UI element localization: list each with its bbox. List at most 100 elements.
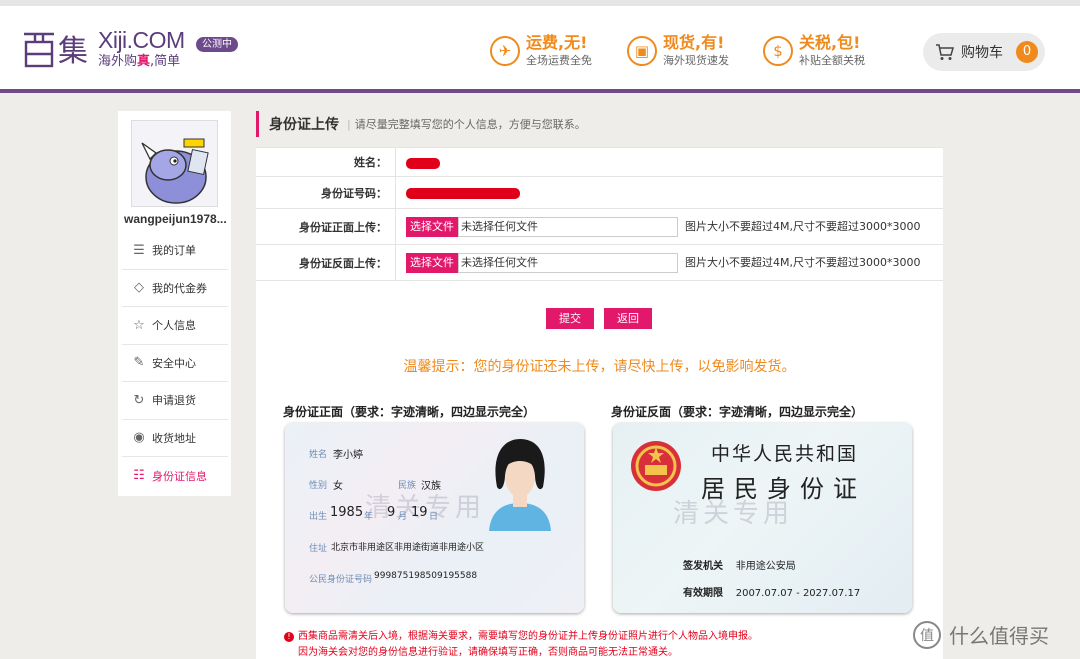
redacted-name: [406, 158, 440, 169]
order-list-icon: ☰: [133, 242, 145, 258]
card-validity-value: 2007.07.07 - 2027.07.17: [735, 588, 861, 599]
card-day-unit: 日: [429, 512, 439, 522]
promo-subtitle: 海外现货速发: [663, 54, 729, 67]
promo-title: 运费,无!: [526, 33, 588, 52]
note-line: ! 西集商品需清关后入境，根据海关要求，需要填写您的身份证并上传身份证照片进行个人…: [284, 629, 758, 645]
page-title: 身份证上传: [269, 117, 339, 133]
location-pin-icon: ◉: [133, 430, 145, 446]
sidebar-item-label: 申请退货: [152, 394, 196, 408]
promo-title: 现货,有!: [663, 33, 725, 52]
sidebar-menu: ☰ 我的订单 ◇ 我的代金券 ☆ 个人信息 ✎ 安全中心 ↻ 申请退货 ◉ 收货地址 ☷ 身份…: [122, 232, 228, 495]
note-text: 因为海关会对您的身份信息进行验证，请确保填写正确，否则商品可能无法正常通关。: [298, 647, 678, 658]
id-number-label: 身份证号码：: [256, 177, 396, 208]
upload-warning: 温馨提示：您的身份证还未上传，请尽快上传，以免影响发货。: [403, 359, 796, 375]
promo-tax-covered: $ 关税,包! 补贴全额关税: [763, 34, 865, 68]
front-file-name[interactable]: 未选择任何文件: [458, 217, 678, 237]
sidebar-item-security[interactable]: ✎ 安全中心: [122, 345, 228, 382]
redacted-id-number: [406, 188, 520, 199]
card-name-field: 姓名: [309, 450, 328, 460]
cart-label: 购物车: [961, 45, 1003, 61]
section-header: 身份证上传 请尽量完整填写您的个人信息，方便与您联系。: [256, 111, 586, 137]
sidebar-item-label: 个人信息: [152, 319, 196, 333]
promo-subtitle: 补贴全额关税: [799, 54, 865, 67]
back-sample-caption: 身份证反面（要求：字迹清晰，四边显示完全）: [611, 405, 864, 419]
customs-notes: ! 西集商品需清关后入境，根据海关要求，需要填写您的身份证并上传身份证照片进行个人…: [284, 629, 758, 659]
card-portrait-image: [489, 439, 551, 531]
coupon-tag-icon: ◇: [134, 280, 144, 296]
logo-slogan: 海外购真,简单: [98, 54, 181, 69]
id-upload-panel: 姓名： 身份证号码： 身份证正面上传： 选择文件 未选择任何文件 图片大小不要超…: [256, 147, 943, 659]
promo-subtitle: 全场运费全免: [526, 54, 592, 67]
promo-in-stock: ▣ 现货,有! 海外现货速发: [627, 34, 729, 68]
logo-mark: 集: [24, 32, 88, 68]
sidebar-item-label: 安全中心: [152, 356, 196, 370]
card-country-title: 中华人民共和国: [711, 443, 859, 465]
edit-shield-icon: ✎: [133, 355, 145, 371]
card-address-field: 住址: [309, 544, 328, 554]
cart-button[interactable]: 购物车 0: [923, 33, 1045, 71]
avatar[interactable]: [131, 120, 218, 207]
card-validity-row: 有效期限 2007.07.07 - 2027.07.17: [683, 584, 860, 599]
promo-free-shipping: ✈ 运费,无! 全场运费全免: [490, 34, 592, 68]
card-authority-row: 签发机关 非用途公安局: [683, 557, 796, 572]
card-year-unit: 年: [364, 512, 374, 522]
card-month-unit: 月: [398, 512, 408, 522]
front-size-hint: 图片大小不要超过4M,尺寸不要超过3000*3000: [685, 220, 921, 233]
card-watermark: 清关专用: [673, 499, 794, 529]
card-ethnic-value: 汉族: [421, 481, 441, 492]
sidebar-item-returns[interactable]: ↻ 申请退货: [122, 382, 228, 420]
beta-badge: 公测中: [196, 37, 238, 52]
sidebar-item-id-info[interactable]: ☷ 身份证信息: [122, 457, 228, 495]
card-birth-month: 9: [387, 505, 396, 520]
shopping-cart-icon: [936, 44, 954, 60]
id-card-back-sample: 中华人民共和国 居民身份证 清关专用 签发机关 非用途公安局 有效期限 2007…: [613, 423, 912, 613]
card-authority-value: 非用途公安局: [735, 561, 796, 572]
card-birth-year: 1985: [330, 505, 364, 520]
note-line: 因为海关会对您的身份信息进行验证，请确保填写正确，否则商品可能无法正常通关。: [284, 645, 758, 659]
sidebar-item-coupons[interactable]: ◇ 我的代金券: [122, 270, 228, 307]
name-row: 姓名：: [256, 147, 943, 177]
choose-front-file-button[interactable]: 选择文件: [406, 217, 458, 237]
card-sex-value: 女: [333, 481, 343, 492]
submit-button[interactable]: 提交: [546, 308, 594, 329]
logo-wordmark: Xiji.COM: [98, 27, 185, 53]
header-divider: [0, 89, 1080, 93]
plane-icon: ✈: [490, 36, 520, 66]
site-logo[interactable]: 集 Xiji.COM 海外购真,简单: [24, 28, 185, 72]
card-sex-field: 性别: [309, 481, 328, 491]
svg-text:集: 集: [58, 34, 88, 68]
sidebar-item-profile[interactable]: ☆ 个人信息: [122, 307, 228, 345]
id-info-icon: ☷: [133, 468, 145, 484]
front-sample-caption: 身份证正面（要求：字迹清晰，四边显示完全）: [283, 405, 536, 419]
back-file-name[interactable]: 未选择任何文件: [458, 253, 678, 273]
promo-title: 关税,包!: [799, 33, 861, 52]
footer-watermark: 值 什么值得买: [913, 620, 1049, 649]
refresh-icon: ↻: [133, 392, 145, 408]
site-header: 集 Xiji.COM 海外购真,简单 公测中 ✈ 运费,无! 全场运费全免 ▣ 现…: [0, 6, 1080, 89]
front-upload-row: 身份证正面上传： 选择文件 未选择任何文件 图片大小不要超过4M,尺寸不要超过3…: [256, 209, 943, 245]
card-ethnic-field: 民族: [398, 481, 417, 491]
card-address-value: 北京市非用途区非用途街道非用途小区: [331, 543, 485, 553]
card-id-field: 公民身份证号码: [309, 575, 373, 585]
card-name-value: 李小婷: [333, 450, 363, 461]
sidebar-item-label: 收货地址: [152, 431, 196, 445]
star-icon: ☆: [133, 317, 145, 333]
choose-back-file-button[interactable]: 选择文件: [406, 253, 458, 273]
sidebar-item-label: 我的代金券: [152, 281, 207, 295]
back-button[interactable]: 返回: [604, 308, 652, 329]
card-validity-field: 有效期限: [683, 588, 723, 599]
card-authority-field: 签发机关: [683, 561, 723, 572]
sidebar-item-label: 身份证信息: [152, 469, 207, 483]
sidebar-item-address[interactable]: ◉ 收货地址: [122, 420, 228, 457]
national-emblem-icon: [631, 441, 681, 491]
footer-watermark-text: 什么值得买: [949, 624, 1049, 648]
name-label: 姓名：: [256, 148, 396, 176]
cart-count-badge: 0: [1016, 41, 1038, 63]
account-sidebar: wangpeijun1978... ☰ 我的订单 ◇ 我的代金券 ☆ 个人信息 ✎ 安全…: [118, 111, 231, 496]
id-number-row: 身份证号码：: [256, 177, 943, 209]
card-id-value: 999875198509195588: [374, 571, 478, 581]
sidebar-item-orders[interactable]: ☰ 我的订单: [122, 232, 228, 270]
info-icon: !: [284, 632, 294, 642]
back-upload-label: 身份证反面上传：: [256, 245, 396, 280]
page-description: 请尽量完整填写您的个人信息，方便与您联系。: [347, 116, 586, 132]
